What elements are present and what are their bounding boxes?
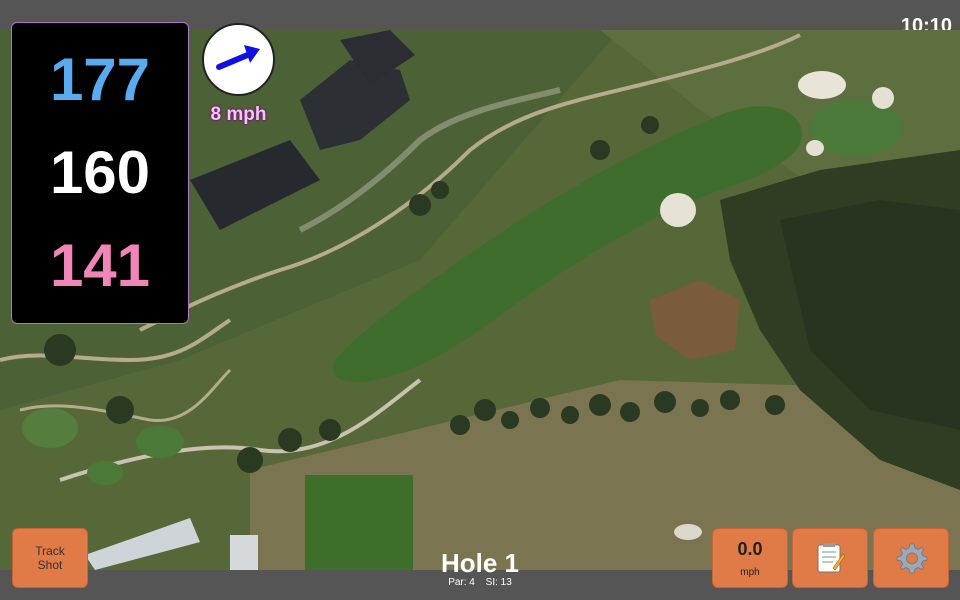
settings-button[interactable] xyxy=(873,528,949,588)
wind-indicator xyxy=(202,23,275,96)
notepad-icon xyxy=(817,543,845,573)
speed-button[interactable]: 0.0 mph xyxy=(712,528,788,588)
notes-button[interactable] xyxy=(792,528,868,588)
front-distance: 141 xyxy=(49,232,151,300)
arrow-right-up-icon xyxy=(216,45,260,70)
track-shot-label: Track Shot xyxy=(35,544,65,572)
hole-info: Par: 4 SI: 13 xyxy=(380,577,580,589)
track-shot-button[interactable]: Track Shot xyxy=(12,528,88,588)
speed-unit: mph xyxy=(740,566,760,578)
center-distance: 160 xyxy=(49,138,151,206)
gear-icon xyxy=(896,543,928,574)
hole-si: SI: 13 xyxy=(485,577,512,588)
back-distance: 177 xyxy=(49,45,151,113)
hole-title: Hole 1 xyxy=(440,548,520,578)
distance-panel: 177 160 141 xyxy=(11,22,189,324)
wind-speed: 8 mph xyxy=(210,104,267,125)
speed-value: 0.0 xyxy=(737,538,763,559)
hole-par: Par: 4 xyxy=(448,577,475,588)
